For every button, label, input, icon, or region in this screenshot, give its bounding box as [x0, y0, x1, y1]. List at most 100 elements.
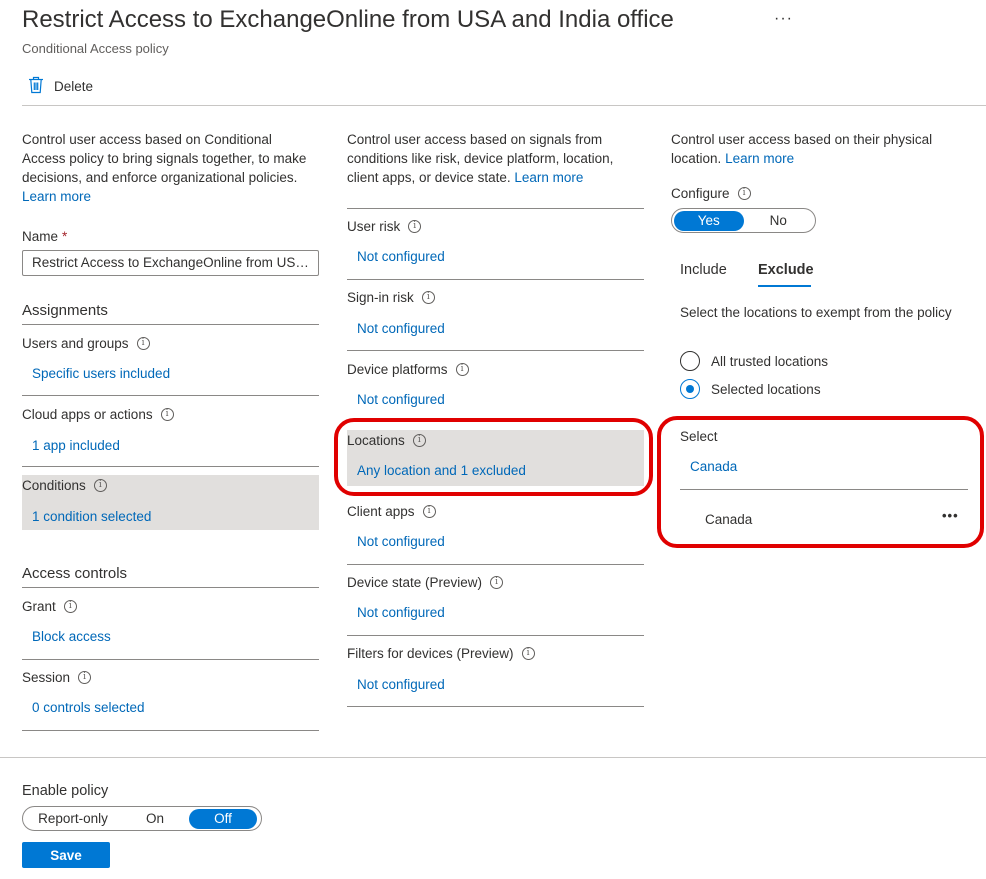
radio-all-trusted[interactable]: All trusted locations [680, 351, 828, 371]
divider [347, 706, 644, 707]
device-state-text: Device state (Preview) [347, 575, 483, 590]
right-intro: Control user access based on their physi… [671, 130, 971, 168]
footer-divider [0, 757, 986, 758]
users-groups-link[interactable]: Specific users included [32, 366, 170, 381]
left-intro-text: Control user access based on Conditional… [22, 132, 307, 185]
info-icon[interactable]: i [421, 291, 435, 304]
divider [347, 350, 644, 351]
radio-selected-locations[interactable]: Selected locations [680, 379, 821, 399]
access-divider [22, 587, 319, 588]
session-link[interactable]: 0 controls selected [32, 700, 145, 715]
radio-circle[interactable] [680, 351, 700, 371]
locations-text: Locations [347, 433, 405, 448]
configure-toggle[interactable]: Yes No [671, 208, 816, 233]
divider [347, 564, 644, 565]
right-learn-more-link[interactable]: Learn more [725, 151, 794, 166]
users-groups-label: Users and groups i [22, 336, 150, 351]
conditions-text: Conditions [22, 478, 86, 493]
middle-intro: Control user access based on signals fro… [347, 130, 639, 187]
divider [680, 489, 968, 490]
configure-label: Configure i [671, 186, 751, 201]
info-icon[interactable]: i [93, 479, 107, 492]
user-risk-label: User risk i [347, 219, 422, 234]
info-icon[interactable]: i [78, 671, 92, 684]
user-risk-link[interactable]: Not configured [357, 249, 445, 264]
info-icon[interactable]: i [408, 220, 422, 233]
info-icon[interactable]: i [490, 576, 504, 589]
toolbar-divider [22, 105, 986, 106]
middle-learn-more-link[interactable]: Learn more [514, 170, 583, 185]
device-state-link[interactable]: Not configured [357, 605, 445, 620]
device-platforms-label: Device platforms i [347, 362, 469, 377]
tab-active-indicator [758, 285, 811, 287]
sign-in-risk-link[interactable]: Not configured [357, 321, 445, 336]
conditions-label: Conditions i [22, 478, 107, 493]
save-button[interactable]: Save [22, 842, 110, 868]
info-icon[interactable]: i [422, 505, 436, 518]
name-input[interactable]: Restrict Access to ExchangeOnline from U… [22, 250, 319, 276]
cloud-apps-label: Cloud apps or actions i [22, 407, 174, 422]
users-groups-text: Users and groups [22, 336, 129, 351]
info-icon[interactable]: i [412, 434, 426, 447]
divider [22, 395, 319, 396]
device-platforms-text: Device platforms [347, 362, 448, 377]
cloud-apps-link[interactable]: 1 app included [32, 438, 120, 453]
device-state-label: Device state (Preview) i [347, 575, 504, 590]
client-apps-text: Client apps [347, 504, 415, 519]
sign-in-risk-text: Sign-in risk [347, 290, 414, 305]
assignments-header: Assignments [22, 302, 108, 319]
page-title: Restrict Access to ExchangeOnline from U… [22, 6, 674, 33]
configure-text: Configure [671, 186, 730, 201]
radio-all-trusted-label: All trusted locations [711, 353, 829, 369]
conditions-link[interactable]: 1 condition selected [32, 509, 151, 524]
more-options-button[interactable]: ··· [774, 10, 793, 28]
cloud-apps-text: Cloud apps or actions [22, 407, 153, 422]
location-more-button[interactable]: ••• [942, 508, 959, 523]
grant-link[interactable]: Block access [32, 629, 111, 644]
locations-label: Locations i [347, 433, 426, 448]
filters-devices-label: Filters for devices (Preview) i [347, 646, 535, 661]
divider [22, 466, 319, 467]
tab-exclude[interactable]: Exclude [758, 262, 814, 278]
enable-policy-label: Enable policy [22, 783, 109, 799]
exempt-text: Select the locations to exempt from the … [680, 305, 952, 320]
name-label-row: Name * [22, 229, 67, 244]
page-subtitle: Conditional Access policy [22, 41, 169, 56]
info-icon[interactable]: i [455, 363, 469, 376]
toggle-no[interactable]: No [744, 211, 814, 231]
option-on[interactable]: On [121, 809, 189, 829]
info-icon[interactable]: i [136, 337, 150, 350]
locations-link[interactable]: Any location and 1 excluded [357, 463, 526, 478]
tab-include[interactable]: Include [680, 262, 727, 278]
device-platforms-link[interactable]: Not configured [357, 392, 445, 407]
info-icon[interactable]: i [160, 408, 174, 421]
divider [347, 635, 644, 636]
info-icon[interactable]: i [63, 600, 77, 613]
selected-location-item: Canada [705, 512, 753, 527]
session-text: Session [22, 670, 71, 685]
assignments-divider [22, 324, 319, 325]
divider [22, 730, 319, 731]
divider [22, 659, 319, 660]
select-locations-link[interactable]: Canada [690, 459, 737, 474]
filters-devices-text: Filters for devices (Preview) [347, 646, 514, 661]
client-apps-link[interactable]: Not configured [357, 534, 445, 549]
client-apps-label: Client apps i [347, 504, 436, 519]
right-intro-text: Control user access based on their physi… [671, 132, 933, 166]
info-icon[interactable]: i [521, 647, 535, 660]
enable-policy-toggle[interactable]: Report-only On Off [22, 806, 262, 831]
left-intro: Control user access based on Conditional… [22, 130, 312, 206]
option-report-only[interactable]: Report-only [25, 809, 121, 829]
filters-devices-link[interactable]: Not configured [357, 677, 445, 692]
delete-button[interactable]: Delete [28, 76, 93, 97]
access-controls-header: Access controls [22, 565, 128, 582]
delete-label: Delete [54, 79, 94, 94]
left-learn-more-link[interactable]: Learn more [22, 189, 91, 204]
radio-circle-checked[interactable] [680, 379, 700, 399]
select-label: Select [680, 429, 718, 444]
divider [347, 208, 644, 209]
info-icon[interactable]: i [737, 187, 751, 200]
option-off[interactable]: Off [189, 808, 257, 829]
toggle-yes[interactable]: Yes [674, 210, 744, 231]
sign-in-risk-label: Sign-in risk i [347, 290, 435, 305]
